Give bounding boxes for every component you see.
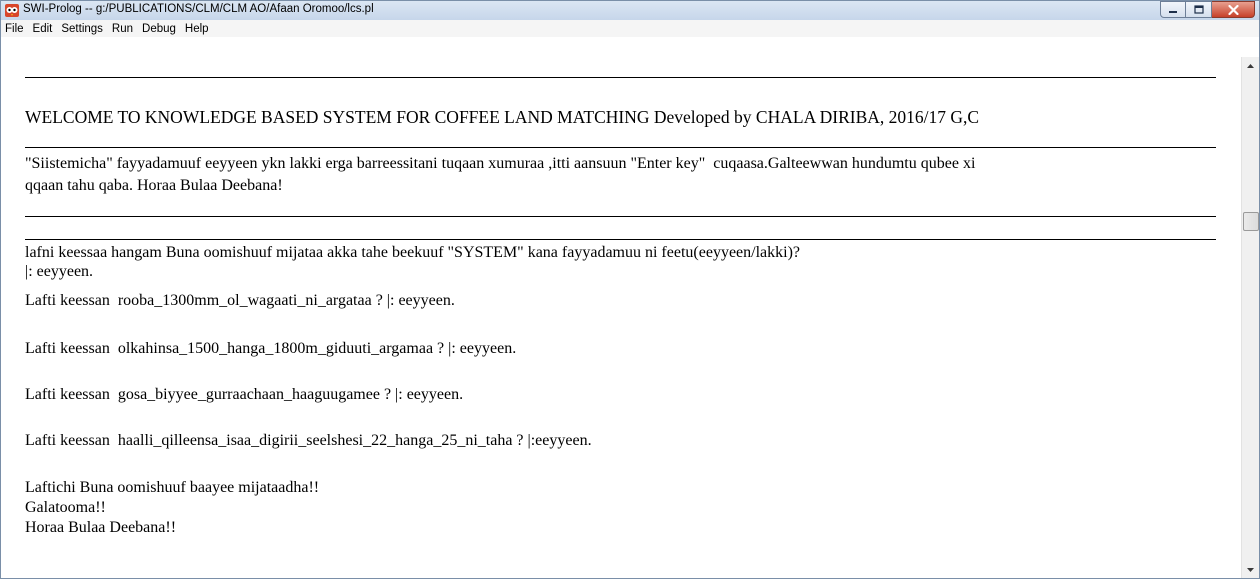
thanks-text: Galatooma!! [25,499,106,516]
swi-prolog-owl-icon [5,4,19,17]
close-icon [1227,4,1239,15]
scroll-thumb[interactable] [1243,212,1259,231]
menu-bar: File Edit Settings Run Debug Help [1,20,1259,37]
separator-line [25,77,1216,78]
minimize-button[interactable] [1160,1,1186,18]
prolog-console-window: SWI-Prolog -- g:/PUBLICATIONS/CLM/CLM AO… [0,0,1260,579]
maximize-button[interactable] [1186,1,1212,18]
result-text: Laftichi Buna oomishuuf baayee mijataadh… [25,479,320,496]
menu-file[interactable]: File [4,23,25,35]
menu-help[interactable]: Help [184,23,210,35]
separator-line [25,216,1216,217]
question-2: Lafti keessan olkahinsa_1500_hanga_1800m… [25,340,517,357]
window-title: SWI-Prolog -- g:/PUBLICATIONS/CLM/CLM AO… [23,3,374,15]
question-1: Lafti keessan rooba_1300mm_ol_wagaati_ni… [25,292,455,309]
farewell-text: Horaa Bulaa Deebana!! [25,519,177,536]
caption-buttons [1160,1,1255,18]
arrow-up-icon [1247,63,1254,68]
question-3: Lafti keessan gosa_biyyee_gurraachaan_ha… [25,386,464,403]
question-intro: lafni keessaa hangam Buna oomishuuf mija… [25,244,801,261]
menu-run[interactable]: Run [111,23,134,35]
close-button[interactable] [1212,1,1255,18]
menu-settings[interactable]: Settings [60,23,104,35]
maximize-icon [1193,5,1204,14]
separator-line [25,147,1216,148]
menu-edit[interactable]: Edit [32,23,54,35]
menu-debug[interactable]: Debug [141,23,177,35]
title-bar[interactable]: SWI-Prolog -- g:/PUBLICATIONS/CLM/CLM AO… [1,1,1259,20]
scroll-down-button[interactable] [1242,561,1259,578]
console-output[interactable]: WELCOME TO KNOWLEDGE BASED SYSTEM FOR CO… [1,37,1241,578]
instructions-line-1: "Siistemicha" fayyadamuuf eeyyeen ykn la… [25,155,976,172]
answer-intro: |: eeyyeen. [25,263,94,280]
welcome-text: WELCOME TO KNOWLEDGE BASED SYSTEM FOR CO… [25,107,980,127]
minimize-icon [1169,10,1177,13]
vertical-scrollbar[interactable] [1241,57,1259,578]
arrow-down-icon [1247,567,1254,572]
scroll-up-button[interactable] [1242,57,1259,74]
instructions-line-2: qqaan tahu qaba. Horaa Bulaa Deebana! [25,177,283,194]
separator-line [25,239,1216,240]
question-4: Lafti keessan haalli_qilleensa_isaa_digi… [25,432,592,449]
